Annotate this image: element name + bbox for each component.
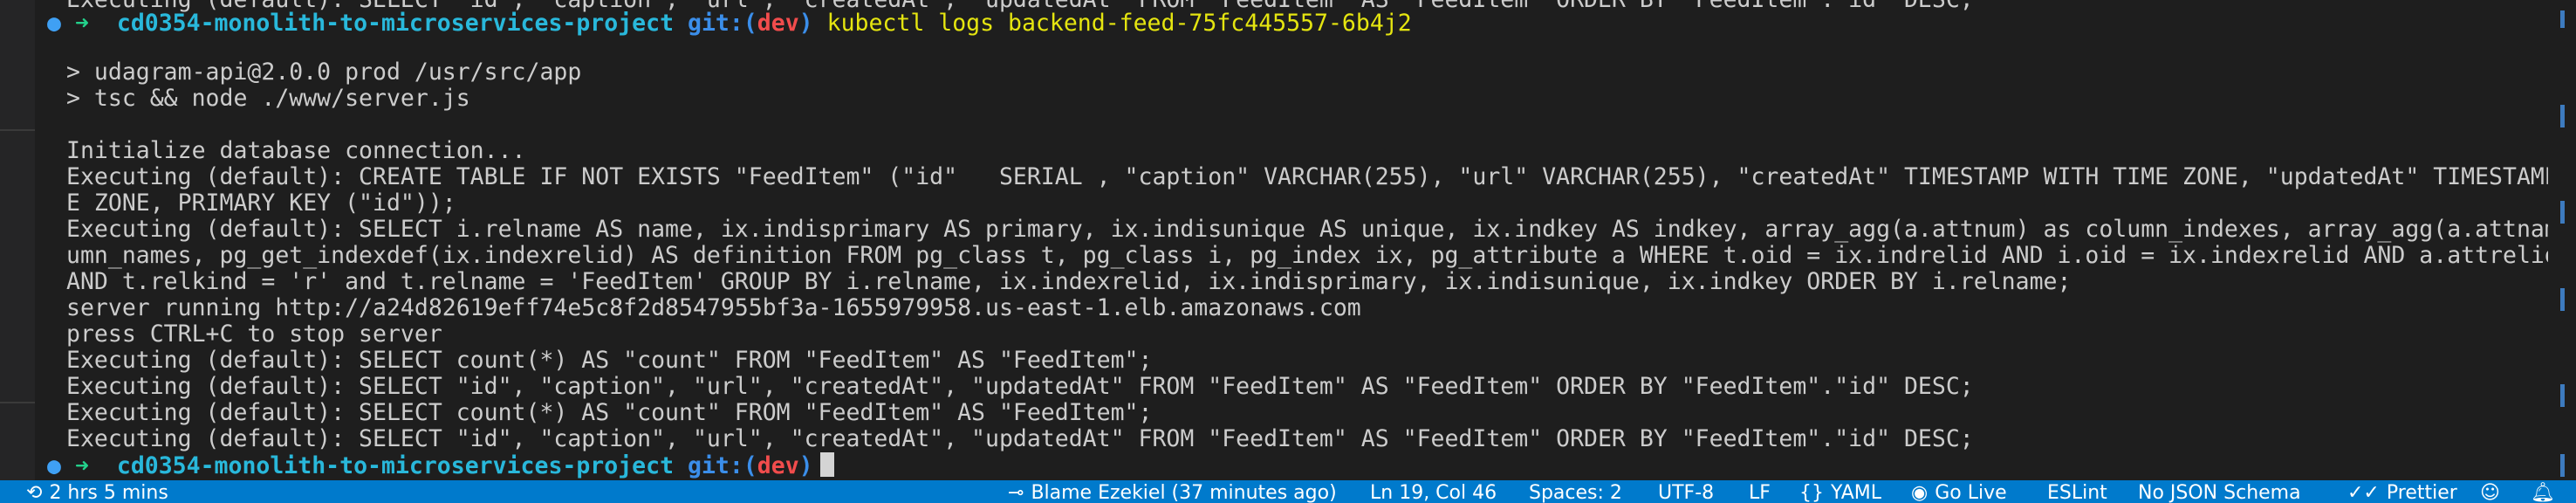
gutter-marker [0, 402, 35, 403]
status-indentation[interactable]: Spaces: 2 [1529, 482, 1622, 503]
scrollbar-marker [2560, 288, 2565, 311]
terminal-output-line: Executing (default): SELECT count(*) AS … [66, 399, 1153, 426]
status-prettier[interactable]: ✓✓ Prettier [2347, 482, 2457, 503]
terminal-output-line: Executing (default): SELECT "id", "capti… [66, 373, 1974, 400]
status-go-live[interactable]: ◉ Go Live [1911, 482, 2007, 503]
terminal-output-line: > tsc && node ./www/server.js [66, 85, 470, 112]
left-gutter [0, 0, 36, 480]
terminal-scrollbar[interactable] [2548, 0, 2576, 480]
status-json-schema[interactable]: No JSON Schema [2138, 482, 2301, 503]
terminal-panel[interactable]: Executing (default): SELECT "id", "capti… [35, 0, 2548, 480]
git-blame-label: Blame Ezekiel (37 minutes ago) [1031, 482, 1337, 503]
status-bar: ⟲ 2 hrs 5 mins ⊸ Blame Ezekiel (37 minutes… [0, 480, 2576, 503]
terminal-input-prompt-line[interactable]: ● ➜ cd0354-monolith-to-microservices-proj… [47, 452, 834, 479]
history-icon: ⟲ [26, 482, 43, 503]
terminal-output-line: Initialize database connection... [66, 137, 526, 164]
terminal-cursor [819, 452, 834, 477]
language-label: YAML [1831, 482, 1882, 503]
terminal-output-line: > udagram-api@2.0.0 prod /usr/src/app [66, 59, 582, 86]
status-cursor-position[interactable]: Ln 19, Col 46 [1370, 482, 1497, 503]
prompt-git-close: ) [798, 452, 813, 479]
status-eol[interactable]: LF [1749, 482, 1771, 503]
status-time-tracker[interactable]: ⟲ 2 hrs 5 mins [26, 482, 168, 503]
scrollbar-marker [2560, 105, 2565, 127]
prompt-branch: dev [757, 10, 799, 37]
prompt-directory: cd0354-monolith-to-microservices-project [116, 452, 675, 479]
terminal-output-line: E ZONE, PRIMARY KEY ("id")); [66, 189, 456, 217]
command-decoration-icon[interactable]: ● [47, 10, 61, 37]
git-commit-icon: ⊸ [1008, 482, 1024, 503]
terminal-output-line: Executing (default): SELECT "id", "capti… [66, 425, 1974, 452]
gutter-marker [0, 129, 35, 131]
terminal-output-line: Executing (default): SELECT i.relname AS… [66, 216, 2548, 243]
status-language[interactable]: {} YAML [1799, 482, 1881, 503]
status-git-blame[interactable]: ⊸ Blame Ezekiel (37 minutes ago) [1008, 482, 1337, 503]
scrollbar-marker [2560, 454, 2565, 477]
prompt-git-close: ) [798, 10, 813, 37]
feedback-icon[interactable]: ☺ [2480, 482, 2500, 503]
prompt-command: kubectl logs backend-feed-75fc445557-6b4… [826, 10, 1412, 37]
terminal-output-line: umn_names, pg_get_indexdef(ix.indexrelid… [66, 242, 2548, 269]
braces-icon: {} [1799, 482, 1824, 503]
scrollbar-marker [2560, 384, 2565, 407]
prompt-branch: dev [757, 452, 799, 479]
terminal-prompt-line: ● ➜ cd0354-monolith-to-microservices-proj… [47, 10, 1412, 37]
prompt-arrow: ➜ [74, 10, 89, 37]
notifications-icon[interactable]: 🔔︎ [2531, 482, 2555, 503]
time-tracker-label: 2 hrs 5 mins [49, 482, 168, 503]
command-decoration-icon[interactable]: ● [47, 452, 61, 479]
scrollbar-marker [2560, 201, 2565, 224]
prompt-git-label: git:( [688, 452, 757, 479]
terminal-output-line: press CTRL+C to stop server [66, 320, 442, 348]
go-live-label: Go Live [1935, 482, 2007, 503]
scrollbar-marker [2560, 10, 2565, 28]
double-check-icon: ✓✓ [2347, 482, 2380, 503]
terminal-output-line: server running http://a24d82619eff74e5c8… [66, 294, 1361, 321]
prettier-label: Prettier [2386, 482, 2457, 503]
status-eslint[interactable]: ESLint [2047, 482, 2107, 503]
terminal-output-line: AND t.relkind = 'r' and t.relname = 'Fee… [66, 268, 2072, 295]
prompt-arrow: ➜ [74, 452, 89, 479]
prompt-directory: cd0354-monolith-to-microservices-project [116, 10, 675, 37]
terminal-output-line: Executing (default): CREATE TABLE IF NOT… [66, 163, 2548, 190]
broadcast-icon: ◉ [1911, 482, 1929, 503]
terminal-output-line: Executing (default): SELECT count(*) AS … [66, 347, 1153, 374]
prompt-git-label: git:( [688, 10, 757, 37]
status-encoding[interactable]: UTF-8 [1658, 482, 1714, 503]
